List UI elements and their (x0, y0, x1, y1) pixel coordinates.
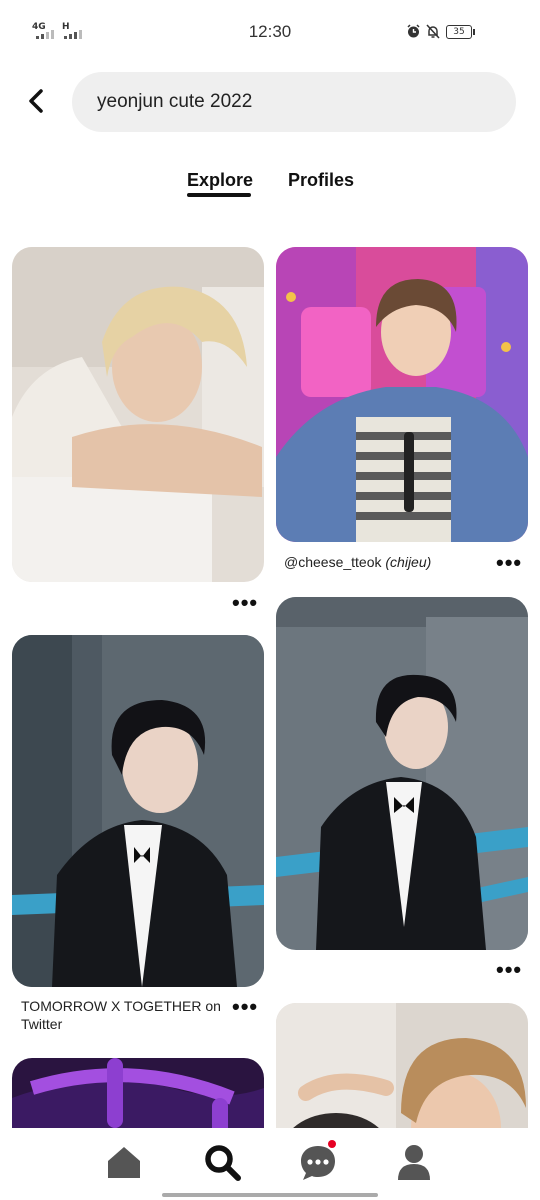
home-icon[interactable] (104, 1142, 144, 1182)
search-icon[interactable] (202, 1142, 242, 1182)
search-input[interactable]: yeonjun cute 2022 (72, 72, 516, 132)
home-indicator (162, 1193, 378, 1197)
pin-more-button[interactable]: ••• (232, 592, 258, 614)
pin-photo-stage (276, 247, 528, 542)
status-bar: 4G H 12:30 35 (0, 0, 540, 60)
pin-photo-tuxedo-2 (276, 597, 528, 950)
pin-more-button[interactable]: ••• (232, 996, 258, 1018)
pin-caption: @cheese_tteok (chijeu) (284, 553, 431, 571)
bell-off-icon (426, 24, 440, 39)
pin-image[interactable] (12, 635, 264, 987)
search-query-text: yeonjun cute 2022 (97, 91, 253, 112)
pin-image[interactable] (276, 597, 528, 950)
pin-image[interactable] (12, 247, 264, 582)
active-tab-indicator (187, 193, 251, 197)
pin-photo-blonde (12, 247, 264, 582)
pin-caption-line-2: Twitter (21, 1016, 63, 1032)
pin-more-button[interactable]: ••• (496, 552, 522, 574)
chat-bubble-icon[interactable] (298, 1142, 338, 1182)
pin-caption: TOMORROW X TOGETHER on Twitter (21, 997, 221, 1033)
alarm-icon (407, 24, 420, 38)
tab-profiles[interactable]: Profiles (288, 170, 354, 191)
bottom-nav (0, 1128, 540, 1200)
pin-image[interactable] (276, 247, 528, 542)
pin-more-button[interactable]: ••• (496, 959, 522, 981)
back-chevron-icon[interactable] (22, 86, 52, 116)
pin-caption-line-1: TOMORROW X TOGETHER on (21, 998, 221, 1014)
pin-caption-handle: @cheese_tteok (284, 554, 382, 570)
pin-caption-extra: (chijeu) (385, 554, 432, 570)
tab-explore[interactable]: Explore (187, 170, 253, 191)
person-icon[interactable] (394, 1142, 434, 1182)
notification-dot (328, 1140, 336, 1148)
pin-photo-tuxedo (12, 635, 264, 987)
battery-icon: 35 (446, 25, 475, 39)
